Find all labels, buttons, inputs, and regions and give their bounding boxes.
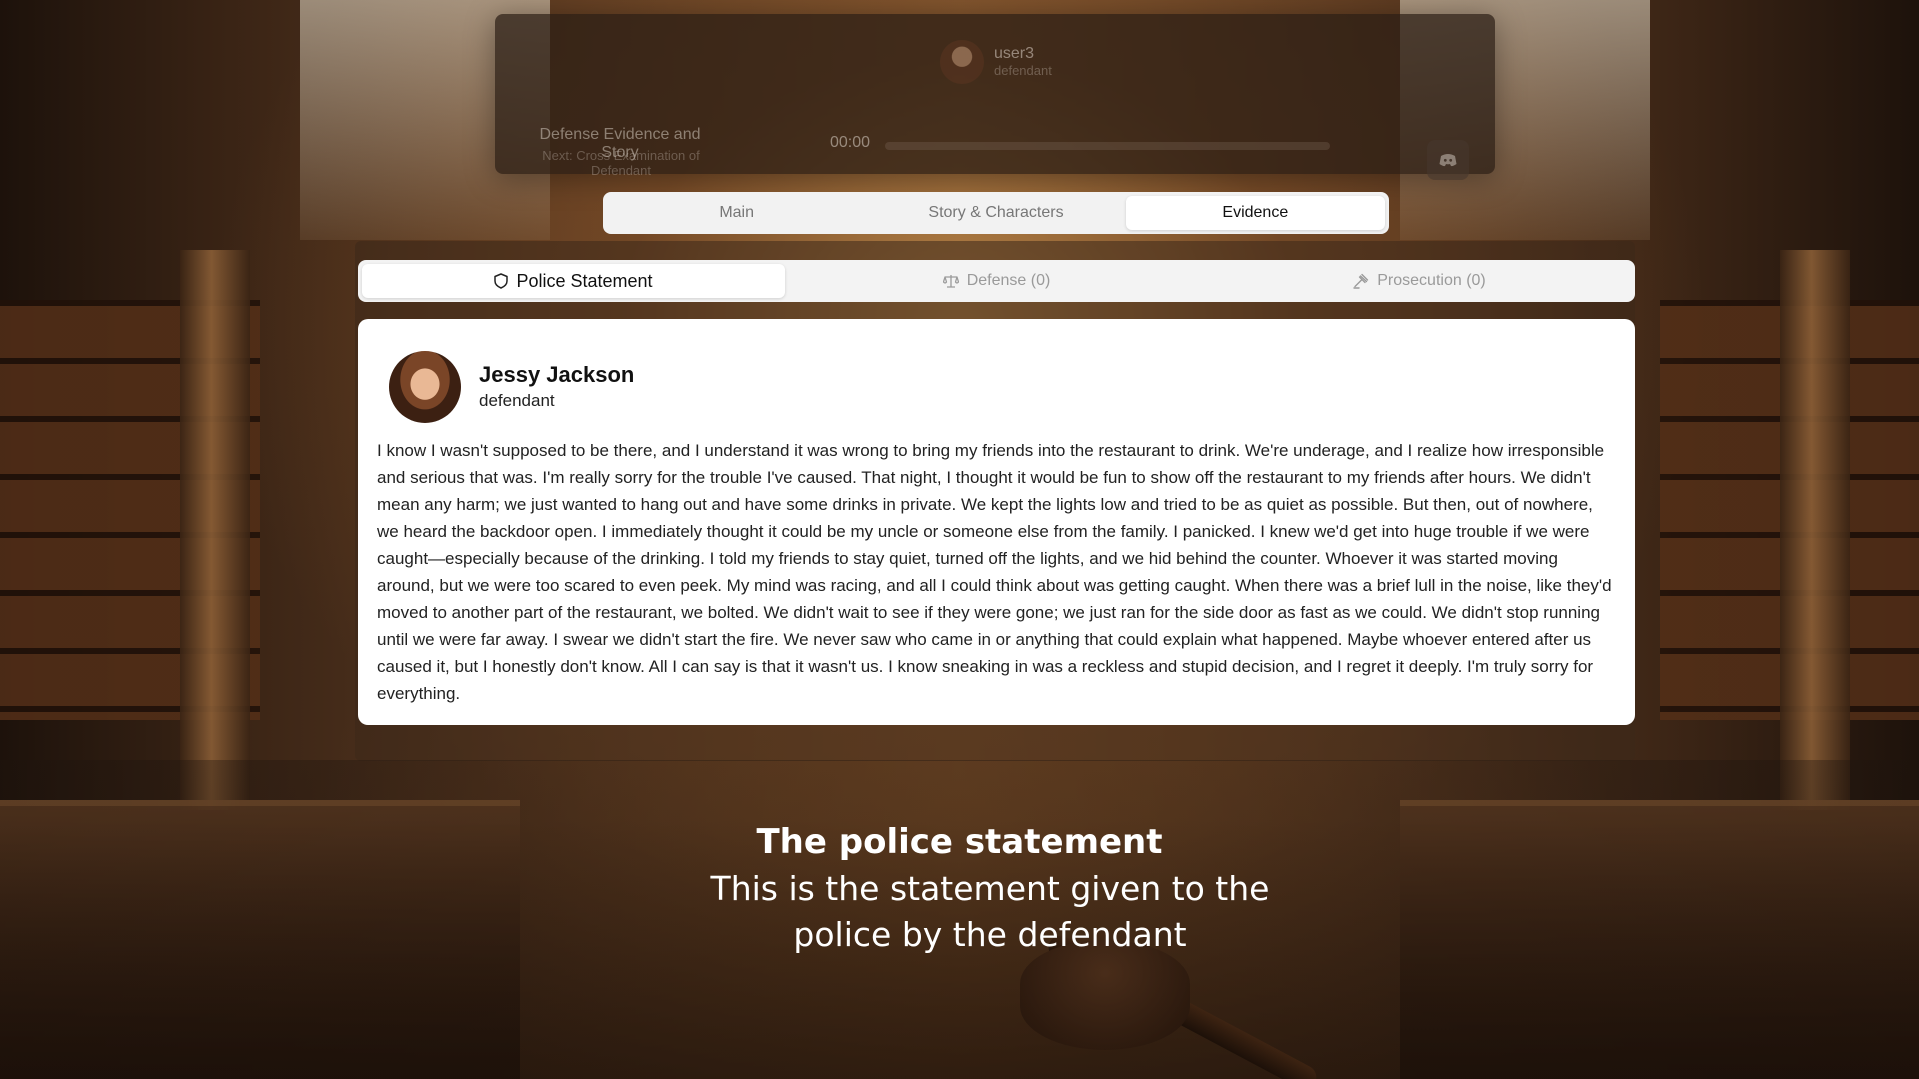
user-role: defendant xyxy=(994,63,1052,78)
person-name: Jessy Jackson xyxy=(479,362,635,387)
phase-progress-bar xyxy=(885,142,1330,150)
timer: 00:00 xyxy=(830,134,871,151)
shield-icon xyxy=(494,273,509,289)
user-name: user3 xyxy=(994,45,1035,62)
column-right xyxy=(1780,250,1850,810)
column-left xyxy=(180,250,250,810)
user-chip: user3 defendant xyxy=(940,40,1052,84)
tab-main[interactable]: Main xyxy=(607,196,866,230)
main-tabs: Main Story & Characters Evidence xyxy=(603,192,1389,234)
tab-defense[interactable]: Defense (0) xyxy=(785,264,1208,298)
tab-prosecution[interactable]: Prosecution (0) xyxy=(1208,264,1631,298)
gavel-icon xyxy=(1353,273,1369,289)
player-bar: user3 defendant Defense Evidence and Sto… xyxy=(495,14,1495,180)
person-role: defendant xyxy=(479,391,555,410)
evidence-tabs: Police Statement Defense (0) Prosecution… xyxy=(358,260,1635,302)
tab-story-characters[interactable]: Story & Characters xyxy=(866,196,1125,230)
tab-police-statement[interactable]: Police Statement xyxy=(362,264,785,298)
statement-text: I know I wasn't supposed to be there, an… xyxy=(377,441,1612,703)
tab-evidence[interactable]: Evidence xyxy=(1125,196,1385,230)
tab-label: Defense (0) xyxy=(966,272,1051,289)
statement-card: Jessy Jackson defendant I know I wasn't … xyxy=(358,319,1635,725)
tab-label: Police Statement xyxy=(516,270,653,291)
caption-body: This is the statement given to the polic… xyxy=(710,869,1270,954)
avatar xyxy=(389,351,461,423)
statement-header: Jessy Jackson defendant xyxy=(389,351,1617,423)
tab-label: Prosecution (0) xyxy=(1377,272,1486,289)
avatar xyxy=(940,40,984,84)
scale-icon xyxy=(942,275,959,288)
phase-next: Next: Cross Examination of Defendant xyxy=(542,148,700,178)
discord-button[interactable] xyxy=(1427,140,1469,180)
discord-icon xyxy=(1439,154,1457,167)
caption-title: The police statement xyxy=(756,822,1163,862)
